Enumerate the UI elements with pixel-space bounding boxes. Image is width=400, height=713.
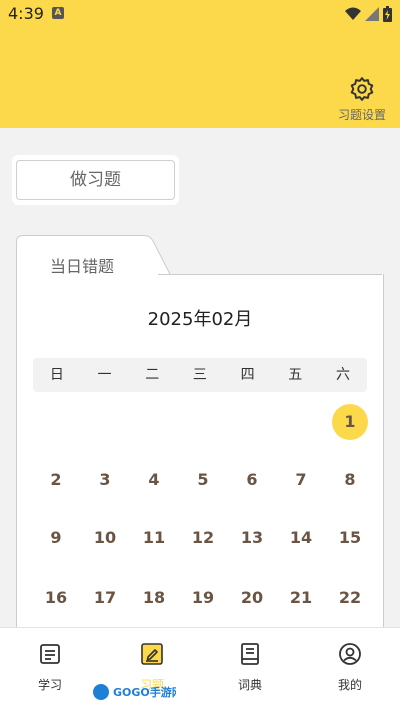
calendar-day[interactable]: 7	[283, 462, 319, 498]
calendar-day[interactable]: 9	[38, 520, 74, 556]
watermark-logo: GOGO手游网	[93, 684, 176, 700]
calendar-day[interactable]: 14	[283, 520, 319, 556]
calendar-day[interactable]: 8	[332, 462, 368, 498]
calendar-day[interactable]: 20	[234, 580, 270, 616]
profile-icon	[339, 643, 361, 665]
status-time: 4:39	[8, 4, 44, 23]
status-icons	[345, 6, 392, 22]
nav-label-profile: 我的	[337, 678, 362, 692]
battery-icon	[383, 6, 392, 22]
practice-card: 做习题	[12, 155, 179, 205]
calendar-day[interactable]: 22	[332, 580, 368, 616]
nav-item-dictionary[interactable]: 词典	[215, 642, 285, 693]
weekday-label: 五	[288, 367, 303, 383]
app-header: 4:39 A 习题设置	[0, 0, 400, 128]
calendar-day[interactable]: 16	[38, 580, 74, 616]
nav-item-study[interactable]: 学习	[15, 642, 85, 693]
watermark-text: GOGO手游网	[113, 685, 176, 699]
calendar-day[interactable]: 21	[283, 580, 319, 616]
calendar-day[interactable]: 6	[234, 462, 270, 498]
month-title: 2025年02月	[147, 309, 253, 330]
nav-label-study: 学习	[37, 678, 62, 692]
document-icon	[40, 644, 60, 664]
calendar-day[interactable]: 4	[136, 462, 172, 498]
calendar-day-selected[interactable]: 1	[332, 404, 368, 440]
wifi-icon	[345, 7, 361, 20]
calendar-day[interactable]: 11	[136, 520, 172, 556]
weekday-header: 日 一 二 三 四 五 六	[33, 358, 367, 392]
calendar-day[interactable]: 2	[38, 462, 74, 498]
calendar-day[interactable]: 12	[185, 520, 221, 556]
wrong-questions-panel: 当日错题	[12, 232, 388, 645]
calendar-day[interactable]: 15	[332, 520, 368, 556]
weekday-label: 二	[145, 367, 160, 383]
calendar-day[interactable]: 5	[185, 462, 221, 498]
calendar-day[interactable]: 13	[234, 520, 270, 556]
calendar-day[interactable]: 18	[136, 580, 172, 616]
weekday-label: 三	[192, 367, 207, 383]
calendar-day[interactable]: 10	[87, 520, 123, 556]
status-bar: 4:39 A	[0, 0, 400, 28]
weekday-label: 四	[240, 367, 255, 383]
sheet-top-border	[158, 274, 382, 275]
settings-label: 习题设置	[337, 108, 386, 122]
nav-label-dictionary: 词典	[237, 678, 262, 692]
status-notification-icon: A	[52, 7, 64, 19]
calendar-day[interactable]: 17	[87, 580, 123, 616]
signal-icon	[365, 7, 379, 21]
edit-icon	[141, 643, 163, 665]
weekday-label: 日	[49, 367, 64, 383]
gear-icon	[350, 77, 374, 101]
calendar-day[interactable]: 19	[185, 580, 221, 616]
bottom-nav: 学习 习题 词典 我的	[0, 627, 400, 713]
calendar-day[interactable]: 3	[87, 462, 123, 498]
book-icon	[241, 643, 259, 665]
weekday-label: 一	[97, 367, 112, 383]
nav-item-profile[interactable]: 我的	[315, 642, 385, 693]
settings-button[interactable]: 习题设置	[336, 76, 388, 123]
practice-button[interactable]: 做习题	[16, 160, 175, 200]
weekday-label: 六	[335, 367, 350, 383]
